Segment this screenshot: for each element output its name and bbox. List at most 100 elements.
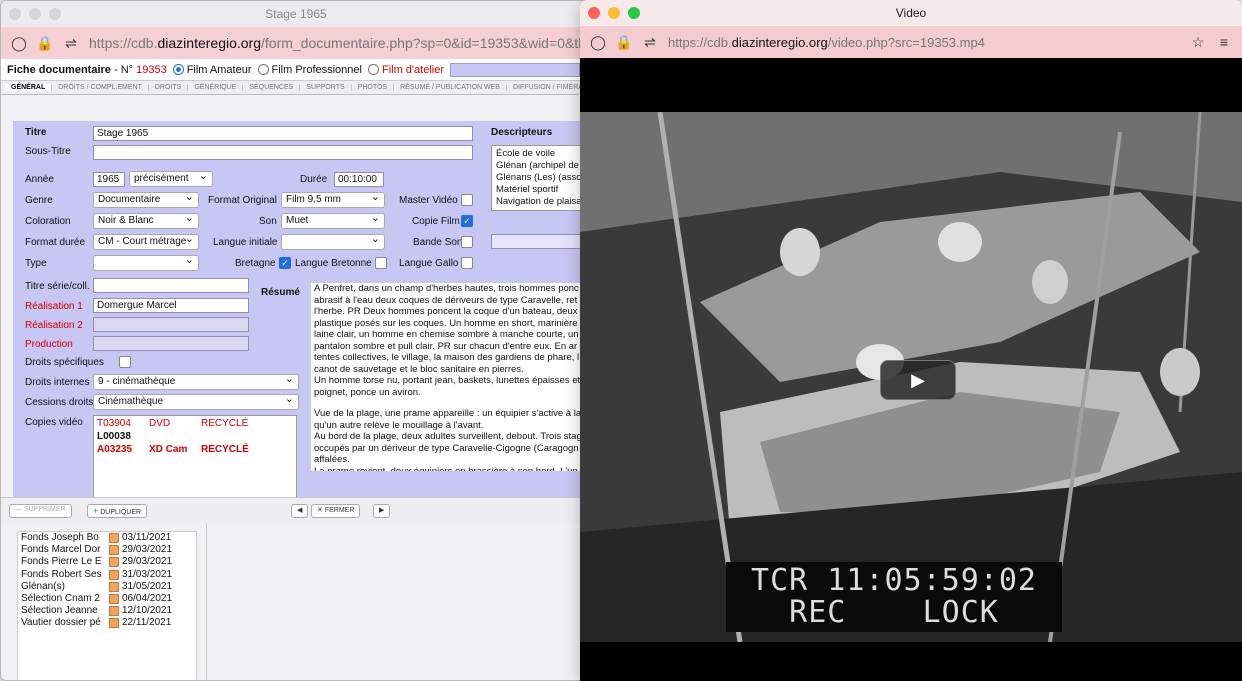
type-label: Type	[25, 258, 47, 269]
zoom-window-button[interactable]	[49, 8, 61, 20]
minimize-window-button[interactable]	[29, 8, 41, 20]
list-item[interactable]: Vautier dossier pé 22/11/2021	[18, 617, 196, 629]
type-select[interactable]	[93, 255, 199, 271]
production-input[interactable]	[93, 336, 249, 351]
tab-generique[interactable]: Générique	[188, 84, 244, 91]
fermer-button[interactable]: ✕ Fermer	[311, 504, 361, 518]
master-video-checkbox[interactable]	[461, 194, 473, 206]
resume-textarea[interactable]: A Penfret, dans un champ d'herbes hautes…	[311, 283, 591, 471]
descripteur-item[interactable]: École de voile	[496, 148, 591, 160]
panel-divider	[206, 523, 207, 680]
shield-icon[interactable]: ◯	[590, 34, 606, 50]
video-player[interactable]: ▶ TCR 11:05:59:02 REC LOCK	[580, 72, 1242, 681]
tab-sequences[interactable]: Séquences	[243, 84, 301, 91]
descripteurs-list[interactable]: École de voile Glénan (archipel de Gléna…	[491, 145, 591, 211]
permissions-icon[interactable]: ⇌	[642, 34, 658, 50]
radio-film-professionnel[interactable]: Film Professionnel	[257, 64, 362, 76]
radio-empty-icon	[367, 64, 379, 75]
video-window-titlebar: Video	[580, 0, 1242, 26]
descripteur-item[interactable]: Navigation de plaisa	[496, 196, 591, 208]
tab-diffusion[interactable]: Diffusion / Fiméra	[507, 84, 590, 91]
format-original-label: Format Original	[208, 195, 277, 206]
genre-select[interactable]: Documentaire	[93, 192, 199, 208]
langue-gallo-label: Langue Gallo	[399, 258, 459, 269]
next-button[interactable]: ▶	[373, 504, 391, 518]
copy-row[interactable]: T03904 DVD RECYCLÉ	[97, 417, 293, 430]
langue-bretonne-checkbox[interactable]	[375, 257, 387, 269]
descripteur-item[interactable]: Glénans (Les) (asso	[496, 172, 591, 184]
titre-input[interactable]: Stage 1965	[93, 126, 473, 141]
url-field[interactable]: https://cdb.diazinteregio.org/video.php?…	[668, 35, 1180, 50]
tab-droits-compl[interactable]: Droits / Compl.ement	[52, 84, 149, 91]
langue-gallo-checkbox[interactable]	[461, 257, 473, 269]
tab-supports[interactable]: Supports	[300, 84, 352, 91]
minimize-window-button[interactable]	[608, 7, 620, 19]
tab-photos[interactable]: Photos	[352, 84, 395, 91]
menu-icon[interactable]: ≡	[1216, 34, 1232, 50]
list-item[interactable]: Sélection Cnam 2 06/04/2021	[18, 593, 196, 605]
son-select[interactable]: Muet	[281, 213, 385, 229]
copies-video-list[interactable]: T03904 DVD RECYCLÉ L00038 A03235 XD Cam …	[93, 415, 297, 499]
list-item[interactable]: Sélection Jeanne 12/10/2021	[18, 605, 196, 617]
bande-son-checkbox[interactable]	[461, 236, 473, 248]
soustitre-input[interactable]	[93, 145, 473, 160]
radio-film-amateur[interactable]: Film Amateur	[172, 64, 252, 76]
calendar-icon	[109, 545, 119, 556]
titre-label: Titre	[25, 127, 47, 138]
production-label: Production	[25, 339, 73, 350]
bookmark-star-icon[interactable]: ☆	[1190, 34, 1206, 50]
coloration-select[interactable]: Noir & Blanc	[93, 213, 199, 229]
zoom-window-button[interactable]	[628, 7, 640, 19]
tab-general[interactable]: Général	[5, 84, 53, 91]
list-item[interactable]: Fonds Robert Ses 31/03/2021	[18, 569, 196, 581]
descripteur-item[interactable]: Glénan (archipel de	[496, 160, 591, 172]
previous-button[interactable]: ◀	[291, 504, 309, 518]
format-duree-select[interactable]: CM - Court métrage	[93, 234, 199, 250]
langue-initiale-select[interactable]	[281, 234, 385, 250]
lock-icon[interactable]: 🔒	[615, 34, 632, 50]
list-item[interactable]: Glénan(s) 31/05/2021	[18, 581, 196, 593]
copy-row[interactable]: A03235 XD Cam RECYCLÉ	[97, 443, 293, 456]
form-footer: — Supprimer + Dupliquer ◀ ✕ Fermer ▶	[1, 497, 591, 523]
copy-support: DVD	[149, 418, 171, 429]
bretagne-label: Bretagne	[235, 258, 276, 269]
list-item[interactable]: Fonds Joseph Bo 03/11/2021	[18, 532, 196, 544]
annee-input[interactable]: 1965	[93, 172, 125, 187]
atelier-field[interactable]	[450, 62, 580, 77]
titre-serie-input[interactable]	[93, 278, 249, 293]
url-field[interactable]: https://cdb.diazinteregio.org/form_docum…	[89, 35, 581, 51]
list-item[interactable]: Fonds Marcel Dor 29/03/2021	[18, 544, 196, 556]
lock-icon[interactable]: 🔒	[36, 35, 53, 51]
copie-film-checkbox[interactable]: ✓	[461, 215, 473, 227]
realisation1-input[interactable]: Domergue Marcel	[93, 298, 249, 313]
close-window-button[interactable]	[588, 7, 600, 19]
dupliquer-button[interactable]: + Dupliquer	[87, 504, 148, 518]
realisation2-input[interactable]	[93, 317, 249, 332]
list-item-name: Vautier dossier pé	[21, 617, 101, 629]
play-button[interactable]: ▶	[880, 360, 956, 400]
permissions-icon[interactable]: ⇌	[63, 35, 79, 51]
list-item-name: Fonds Marcel Dor	[21, 544, 101, 556]
duree-input[interactable]: 00:10:00	[334, 172, 384, 187]
bretagne-checkbox[interactable]: ✓	[279, 257, 291, 269]
cessions-droits-select[interactable]: Cinémathèque	[93, 394, 299, 410]
plus-icon: +	[93, 506, 99, 516]
droits-internes-select[interactable]: 9 - cinémathèque	[93, 374, 299, 390]
list-item-name: Fonds Joseph Bo	[21, 532, 99, 544]
list-item[interactable]: Fonds Pierre Le E 29/03/2021	[18, 556, 196, 568]
format-original-select[interactable]: Film 9,5 mm	[281, 192, 385, 208]
list-item-name: Fonds Pierre Le E	[21, 556, 102, 568]
bande-son-field[interactable]	[491, 234, 591, 249]
shield-icon[interactable]: ◯	[11, 35, 27, 51]
radio-film-atelier[interactable]: Film d'atelier	[367, 64, 444, 76]
droits-specifiques-checkbox[interactable]	[119, 356, 131, 368]
precision-select[interactable]: précisément	[129, 171, 213, 187]
close-window-button[interactable]	[9, 8, 21, 20]
supprimer-button[interactable]: — Supprimer	[9, 504, 72, 518]
copy-row[interactable]: L00038	[97, 430, 293, 443]
descripteur-item[interactable]: Matériel sportif	[496, 184, 591, 196]
tab-droits[interactable]: Droits	[149, 84, 189, 91]
close-icon: ✕	[317, 507, 323, 514]
coloration-label: Coloration	[25, 216, 71, 227]
tab-resume[interactable]: Résumé / Publication web	[394, 84, 507, 91]
